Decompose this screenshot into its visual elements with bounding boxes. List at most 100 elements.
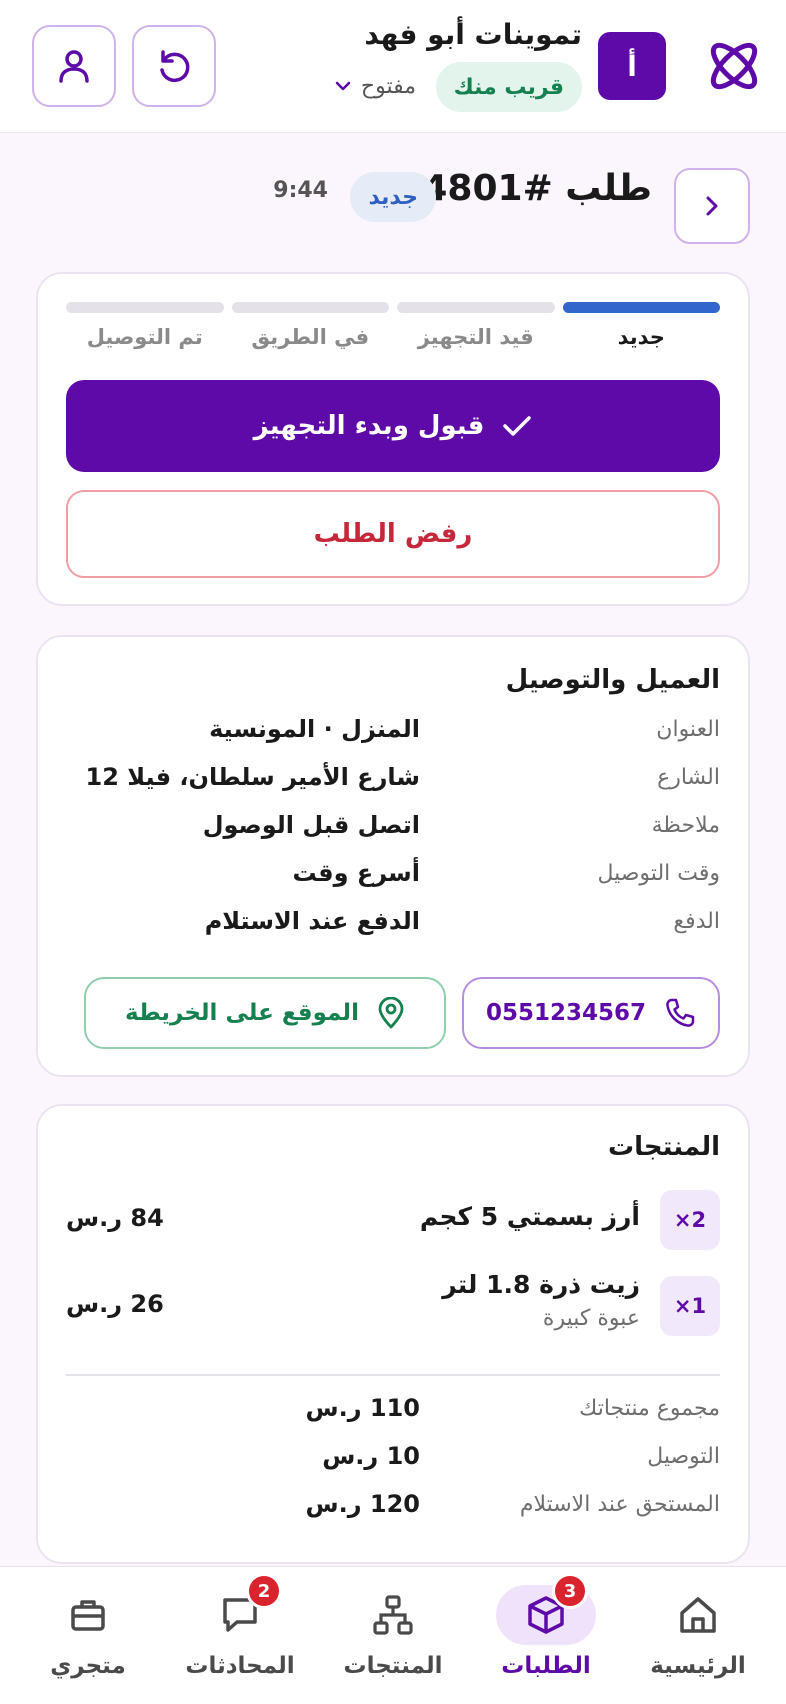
product-quantity: 2×: [660, 1190, 720, 1250]
info-label: الدفع: [673, 909, 720, 934]
chevron-right-icon: [706, 196, 718, 216]
order-time: 9:44: [273, 178, 328, 203]
product-row: 1× زيت ذرة 1.8 لتر عبوة كبيرة 26 ر.س: [66, 1270, 720, 1336]
product-name: زيت ذرة 1.8 لتر: [442, 1270, 640, 1299]
profile-button[interactable]: [32, 25, 116, 107]
phone-icon: [666, 998, 695, 1027]
info-row-delivery-time: وقت التوصيل أسرع وقت: [66, 859, 720, 901]
product-price: 26 ر.س: [66, 1290, 164, 1318]
info-row-note: ملاحظة اتصل قبل الوصول: [66, 811, 720, 853]
info-label: وقت التوصيل: [597, 861, 720, 886]
progress-bar: [397, 302, 555, 313]
progress-step-on-the-way: في الطريق: [231, 302, 389, 349]
check-icon: [503, 416, 532, 436]
call-customer-button[interactable]: 0551234567: [462, 977, 720, 1049]
nav-label: الطلبات: [501, 1653, 591, 1679]
products-card: المنتجات 2× أرز بسمتي 5 كجم 84 ر.س 1× زي…: [36, 1104, 750, 1564]
refresh-button[interactable]: [132, 25, 216, 107]
hierarchy-icon: [373, 1595, 413, 1635]
reject-order-button[interactable]: رفض الطلب: [66, 490, 720, 578]
nav-label: متجري: [50, 1653, 126, 1679]
progress-step-delivered: تم التوصيل: [66, 302, 224, 349]
info-row-street: الشارع شارع الأمير سلطان، فيلا 12: [66, 763, 720, 805]
user-icon: [59, 50, 89, 83]
product-variant: عبوة كبيرة: [542, 1306, 640, 1331]
bottom-navigation: متجري 2 المحادثات المنتجات 3 الطلبات الر…: [0, 1566, 786, 1704]
progress-bar: [66, 302, 224, 313]
info-value: أسرع وقت: [292, 859, 420, 887]
chevron-down-icon: [335, 81, 351, 91]
summary-divider: [66, 1374, 720, 1376]
summary-row-delivery: التوصيل 10 ر.س: [66, 1442, 720, 1484]
open-map-label: الموقع على الخريطة: [125, 1000, 359, 1026]
nav-item-orders[interactable]: 3 الطلبات: [476, 1573, 616, 1695]
store-status-dropdown[interactable]: مفتوح: [335, 66, 416, 106]
product-quantity: 1×: [660, 1276, 720, 1336]
refresh-icon: [160, 50, 190, 83]
progress-step-label: تم التوصيل: [86, 325, 203, 349]
atom-logo-icon[interactable]: [704, 36, 764, 96]
info-row-payment: الدفع الدفع عند الاستلام: [66, 907, 720, 949]
summary-value: 110 ر.س: [305, 1394, 420, 1422]
nav-label: الرئيسية: [650, 1653, 746, 1679]
nav-item-home[interactable]: الرئيسية: [628, 1585, 768, 1695]
chats-count-badge: 2: [246, 1573, 282, 1609]
progress-step-label: جديد: [617, 325, 665, 349]
customer-delivery-card: العميل والتوصيل العنوان المنزل · المونسي…: [36, 635, 750, 1077]
order-status-badge: جديد: [350, 172, 436, 222]
briefcase-icon: [71, 1600, 105, 1631]
info-value: اتصل قبل الوصول: [202, 811, 420, 839]
nav-item-my-store[interactable]: متجري: [18, 1585, 158, 1695]
product-name: أرز بسمتي 5 كجم: [419, 1202, 640, 1231]
order-progress: جديد قيد التجهيز في الطريق تم التوصيل: [66, 302, 720, 349]
nav-icon-container: [38, 1585, 138, 1645]
nav-icon-container: 2: [190, 1573, 290, 1645]
order-title: طلب #4801: [422, 168, 652, 209]
nav-item-chats[interactable]: 2 المحادثات: [170, 1573, 310, 1695]
near-you-badge: قريب منك: [435, 62, 582, 112]
nav-label: المنتجات: [343, 1653, 443, 1679]
info-value: الدفع عند الاستلام: [204, 907, 420, 935]
customer-section-title: العميل والتوصيل: [505, 665, 720, 695]
nav-item-products[interactable]: المنتجات: [323, 1585, 463, 1695]
progress-bar: [562, 302, 720, 313]
products-section-title: المنتجات: [608, 1132, 720, 1162]
progress-step-new: جديد: [562, 302, 720, 349]
info-value: المنزل · المونسية: [209, 715, 420, 743]
info-label: العنوان: [656, 717, 720, 742]
info-value: شارع الأمير سلطان، فيلا 12: [85, 763, 420, 791]
accept-order-label: قبول وبدء التجهيز: [253, 411, 485, 441]
product-row: 2× أرز بسمتي 5 كجم 84 ر.س: [66, 1190, 720, 1250]
back-button[interactable]: [674, 168, 750, 244]
nav-icon-container: 3: [496, 1573, 596, 1645]
store-status-label: مفتوح: [360, 73, 416, 99]
nav-icon-container: [343, 1585, 443, 1645]
app-header: أ تموينات أبو فهد قريب منك مفتوح: [0, 0, 786, 133]
store-name: تموينات أبو فهد: [364, 18, 582, 51]
store-avatar[interactable]: أ: [598, 32, 666, 100]
summary-label: مجموع منتجاتك: [579, 1396, 720, 1421]
customer-phone: 0551234567: [485, 1000, 647, 1026]
info-row-address: العنوان المنزل · المونسية: [66, 715, 720, 757]
nav-icon-container: [648, 1585, 748, 1645]
progress-step-label: في الطريق: [251, 325, 370, 349]
summary-value: 120 ر.س: [305, 1490, 420, 1518]
progress-step-preparing: قيد التجهيز: [397, 302, 555, 349]
summary-value: 10 ر.س: [322, 1442, 420, 1470]
summary-label: التوصيل: [647, 1444, 720, 1469]
accept-order-button[interactable]: قبول وبدء التجهيز: [66, 380, 720, 472]
location-pin-icon: [378, 997, 404, 1029]
progress-bar: [231, 302, 389, 313]
info-label: ملاحظة: [651, 813, 720, 838]
summary-label: المستحق عند الاستلام: [519, 1492, 720, 1517]
order-status-card: جديد قيد التجهيز في الطريق تم التوصيل قب…: [36, 272, 750, 606]
open-map-button[interactable]: الموقع على الخريطة: [84, 977, 446, 1049]
home-icon: [680, 1597, 716, 1633]
progress-step-label: قيد التجهيز: [417, 325, 534, 349]
info-label: الشارع: [657, 765, 720, 790]
summary-row-subtotal: مجموع منتجاتك 110 ر.س: [66, 1394, 720, 1436]
product-price: 84 ر.س: [66, 1204, 164, 1232]
orders-count-badge: 3: [552, 1573, 588, 1609]
summary-row-total-due: المستحق عند الاستلام 120 ر.س: [66, 1490, 720, 1532]
nav-label: المحادثات: [185, 1653, 295, 1679]
